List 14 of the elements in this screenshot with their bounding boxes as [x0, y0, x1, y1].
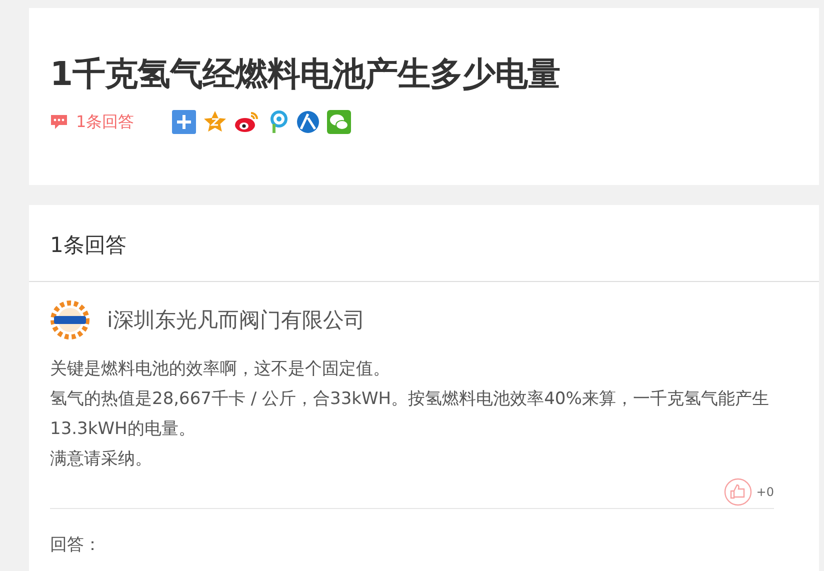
person-share-icon[interactable] — [296, 110, 320, 134]
gear-logo-icon — [50, 300, 90, 340]
reply-label: 回答： — [49, 534, 102, 556]
plus-share-icon[interactable] — [172, 110, 196, 134]
star-share-icon[interactable] — [203, 110, 228, 134]
answers-heading: 1条回答 — [29, 205, 819, 282]
answer-text: 关键是燃料电池的效率啊，这不是个固定值。 — [50, 358, 391, 381]
thumbs-up-icon[interactable] — [724, 478, 752, 506]
answer-text: 满意请采纳。 — [50, 448, 153, 471]
comment-icon — [50, 114, 68, 130]
answer-text: 氢气的热值是28,667千卡 / 公斤，合33kWH。按氢燃料电池效率40%来算，一千克氢气能产生13.3kWH的电量。 — [50, 388, 770, 441]
author-name[interactable]: i深圳东光凡而阀门有限公司 — [107, 306, 365, 334]
like-count: +0 — [756, 485, 774, 499]
question-title: 1千克氢气经燃料电池产生多少电量 — [50, 53, 561, 95]
